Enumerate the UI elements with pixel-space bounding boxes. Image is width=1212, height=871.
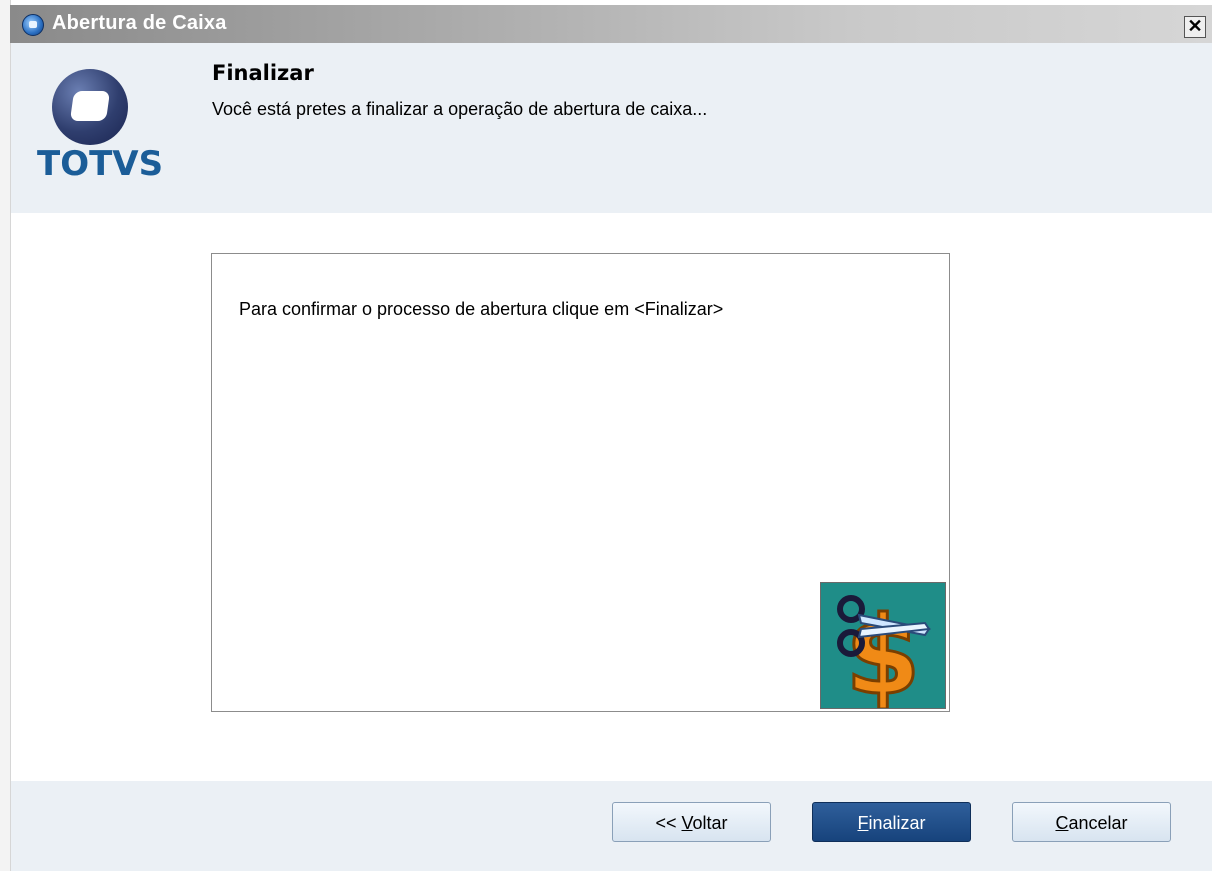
dialog-window: Abertura de Caixa ✕ TOTVS Finalizar Você… <box>0 0 1212 871</box>
close-button[interactable]: ✕ <box>1184 16 1206 38</box>
confirm-message: Para confirmar o processo de abertura cl… <box>239 299 724 319</box>
totvs-logo-icon <box>52 69 128 145</box>
content-panel: Para confirmar o processo de abertura cl… <box>211 253 950 721</box>
scissors-dollar-icon: $ <box>820 582 946 721</box>
step-subtitle: Você está pretes a finalizar a operação … <box>212 99 708 119</box>
wizard-footer: << Voltar Finalizar Cancelar <box>11 781 1212 871</box>
logo-text: TOTVS <box>37 144 164 184</box>
window-title: Abertura de Caixa <box>52 12 227 34</box>
title-bar[interactable]: Abertura de Caixa ✕ <box>10 5 1212 43</box>
step-title: Finalizar <box>212 61 314 85</box>
finish-button[interactable]: Finalizar <box>812 802 971 842</box>
wizard-header: TOTVS Finalizar Você está pretes a final… <box>11 43 1212 213</box>
cancel-button[interactable]: Cancelar <box>1012 802 1171 842</box>
window-left-edge <box>0 0 11 871</box>
back-button[interactable]: << Voltar <box>612 802 771 842</box>
close-icon: ✕ <box>1187 16 1203 36</box>
app-icon <box>22 14 44 36</box>
